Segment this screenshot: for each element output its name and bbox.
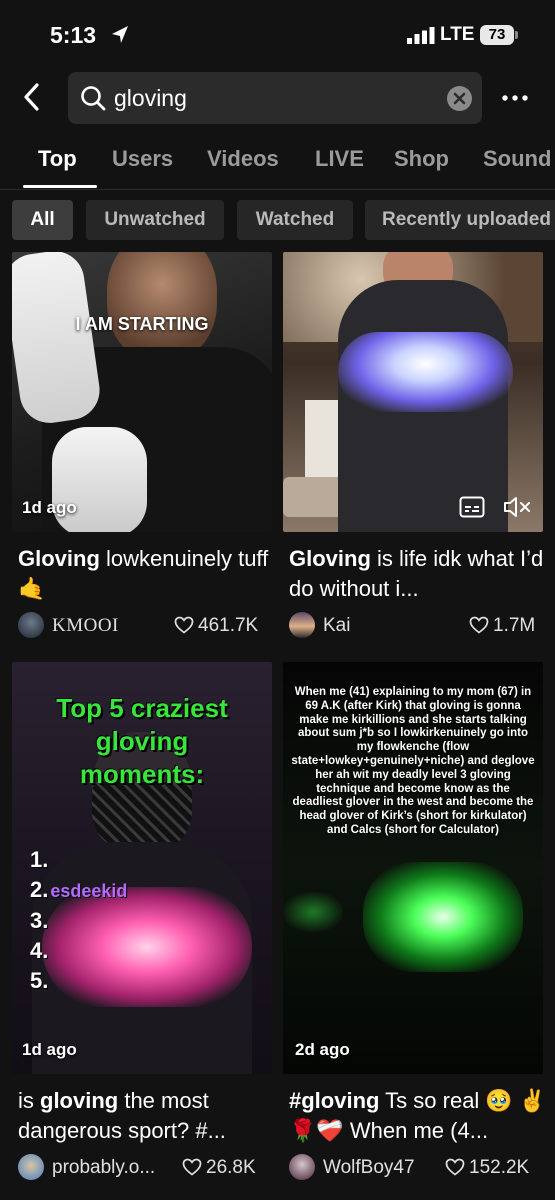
search-icon [81,86,106,111]
caption-keyword: gloving [40,1088,119,1113]
location-arrow-icon [112,26,128,43]
avatar[interactable] [289,612,315,638]
ranking-list: 1. 2. esdeekid 3. 4. 5. [30,845,127,996]
heart-icon [445,1158,465,1176]
video-thumbnail[interactable] [283,252,543,532]
glowing-gloves [338,332,513,412]
video-meta: Kai 1.7M [289,612,539,640]
video-caption[interactable]: #gloving Ts so real 🥹 ✌️🌹❤️‍🩹 When me (4… [289,1086,549,1146]
video-caption[interactable]: Gloving is life idk what I’d do without … [289,544,549,604]
like-count-value: 1.7M [493,615,536,636]
filter-watched[interactable]: Watched [237,200,353,240]
person-face [107,252,217,362]
author-name[interactable]: Kai [323,615,350,637]
filter-unwatched[interactable]: Unwatched [86,200,224,240]
mute-icon[interactable] [503,496,533,518]
like-count: 461.7K [174,615,258,637]
video-thumbnail[interactable]: Top 5 craziest gloving moments: 1. 2. esd… [12,662,272,1074]
tab-users[interactable]: Users [112,146,173,172]
status-bar: 5:13 LTE 73 [0,0,555,70]
tab-videos[interactable]: Videos [207,146,279,172]
tab-shop[interactable]: Shop [394,146,449,172]
heart-icon [182,1158,202,1176]
video-overlay-text: When me (41) explaining to my mom (67) i… [291,686,535,836]
like-count: 1.7M [469,615,535,637]
status-time: 5:13 [50,22,97,48]
rank-2-tag: esdeekid [50,881,128,901]
author-name[interactable]: KMOOI [52,615,119,637]
avatar[interactable] [289,1154,315,1180]
network-label: LTE [440,24,475,45]
avatar[interactable] [18,1154,44,1180]
rank-5: 5. [30,968,49,993]
video-thumbnail[interactable]: When me (41) explaining to my mom (67) i… [283,662,543,1074]
heart-icon [174,616,194,634]
video-age: 2d ago [295,1040,350,1059]
video-caption[interactable]: Gloving lowkenuinely tuff 🤙 [18,544,278,604]
video-caption[interactable]: is gloving the most dangerous sport? #..… [18,1086,278,1146]
caption-keyword: Gloving [289,546,371,571]
video-thumbnail[interactable]: I AM STARTING 1d ago [12,252,272,532]
green-glow [283,892,343,932]
rank-3: 3. [30,908,49,933]
battery-icon: 73 [480,25,514,45]
video-age: 1d ago [22,498,77,517]
like-count: 26.8K [182,1157,256,1179]
like-count: 152.2K [445,1157,529,1179]
search-bar[interactable] [68,72,482,124]
rank-4: 4. [30,938,49,963]
author-name[interactable]: WolfBoy47 [323,1157,415,1179]
heart-icon [469,616,489,634]
caption-keyword: Gloving [18,546,100,571]
result-tabs: Top Users Videos LIVE Shop Sound [0,140,555,190]
active-tab-indicator [23,185,97,188]
author-name[interactable]: probably.o... [52,1157,155,1179]
filter-all[interactable]: All [12,200,73,240]
captions-icon[interactable] [459,496,485,518]
video-overlay-title: Top 5 craziest gloving moments: [56,693,228,789]
video-overlay-text: I AM STARTING [75,314,209,334]
video-meta: probably.o... 26.8K [18,1154,270,1182]
rank-1: 1. [30,847,49,872]
caption-prefix: is [18,1088,40,1113]
tab-sound[interactable]: Sound [483,146,551,172]
battery-tip [515,31,518,39]
glowing-gloves [363,862,523,972]
tab-top[interactable]: Top [38,146,77,172]
white-glove [12,252,104,427]
like-count-value: 461.7K [198,615,259,636]
rank-2: 2. esdeekid [30,875,127,906]
video-age: 1d ago [22,1040,77,1059]
chevron-left-icon[interactable] [18,82,48,112]
signal-icon [407,27,435,44]
filter-recently-uploaded[interactable]: Recently uploaded [365,200,555,240]
search-input[interactable] [114,84,434,112]
caption-keyword: #gloving [289,1088,380,1113]
more-icon[interactable] [500,86,530,110]
clear-icon[interactable] [447,86,472,111]
rank-2-number: 2. [30,877,49,902]
like-count-value: 152.2K [469,1157,530,1178]
like-count-value: 26.8K [206,1157,256,1178]
tab-live[interactable]: LIVE [315,146,364,172]
avatar[interactable] [18,612,44,638]
video-meta: KMOOI 461.7K [18,612,270,640]
video-meta: WolfBoy47 152.2K [289,1154,541,1182]
